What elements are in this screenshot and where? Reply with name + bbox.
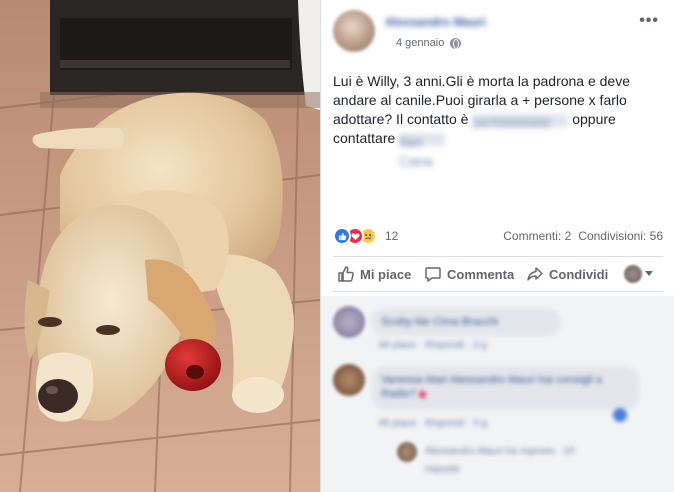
comment-meta[interactable]: Mi piace · Rispondi · 3 g	[379, 340, 487, 351]
comments-count[interactable]: Commenti: 2	[503, 229, 571, 243]
post-text: Lui è Willy, 3 anni.Gli è morta la padro…	[333, 72, 663, 169]
reply-summary[interactable]: Alessandro Mauri ha risposto · 10	[425, 446, 575, 457]
comment-bubble[interactable]: Scoby Ale Cima Bracchi	[371, 308, 561, 336]
shares-count[interactable]: Condivisioni: 56	[578, 229, 663, 243]
chevron-down-icon	[645, 271, 653, 276]
like-reaction-icon	[333, 227, 351, 245]
share-button[interactable]: Condividi	[526, 265, 608, 283]
comments-section: Scoby Ale Cima Bracchi Mi piace · Rispon…	[321, 296, 674, 492]
reaction-audience-selector[interactable]	[624, 265, 653, 283]
reply-avatar[interactable]	[397, 442, 417, 462]
share-arrow-icon	[527, 267, 543, 281]
dog-photo-image	[0, 0, 320, 492]
comment-avatar[interactable]	[333, 306, 365, 338]
comment-reaction-icon[interactable]	[613, 408, 627, 422]
post-meta: 4 gennaio	[396, 37, 462, 49]
reaction-icons[interactable]	[333, 227, 391, 245]
like-button[interactable]: Mi piace	[337, 265, 411, 283]
comment-bubble[interactable]: Vanessa Mari Alessandro Mauri hai consig…	[371, 366, 639, 410]
globe-icon	[450, 37, 462, 49]
share-label: Condividi	[549, 266, 609, 282]
comment-author[interactable]: Vanessa Mari	[381, 374, 447, 386]
engagement-counts: Commenti: 2 Condivisioni: 56	[503, 229, 663, 243]
post-actions: Mi piace Commenta Condividi	[333, 256, 663, 292]
comment-author[interactable]: Scoby Ale Cima Bracchi	[381, 316, 498, 328]
author-avatar[interactable]	[333, 10, 375, 52]
thumbs-up-icon	[338, 266, 354, 282]
post-photo[interactable]	[0, 0, 320, 492]
reaction-count[interactable]: 12	[385, 229, 398, 243]
post-panel: Alessandro Mauri 4 gennaio ••• Lui è Wil…	[320, 0, 674, 492]
heart-emoji-icon	[418, 390, 426, 398]
comment-avatar[interactable]	[333, 364, 365, 396]
like-label: Mi piace	[360, 266, 412, 282]
comment-meta[interactable]: Mi piace · Rispondi · 3 g	[379, 418, 487, 429]
comment-button[interactable]: Commenta	[424, 265, 514, 283]
post-timestamp[interactable]: 4 gennaio	[396, 37, 444, 49]
hidden-name: Ilari Cana	[399, 132, 446, 169]
post-stats: 12 Commenti: 2 Condivisioni: 56	[333, 226, 663, 248]
profile-avatar	[624, 265, 642, 283]
post-header: Alessandro Mauri 4 gennaio •••	[333, 10, 663, 56]
author-name[interactable]: Alessandro Mauri	[385, 15, 509, 29]
reply-summary-sub[interactable]: risposte	[425, 464, 460, 475]
more-options-icon[interactable]: •••	[639, 12, 659, 30]
comment-label: Commenta	[447, 266, 515, 282]
comment-bubble-icon	[425, 267, 441, 282]
hidden-contact: 3470000000	[472, 113, 569, 131]
